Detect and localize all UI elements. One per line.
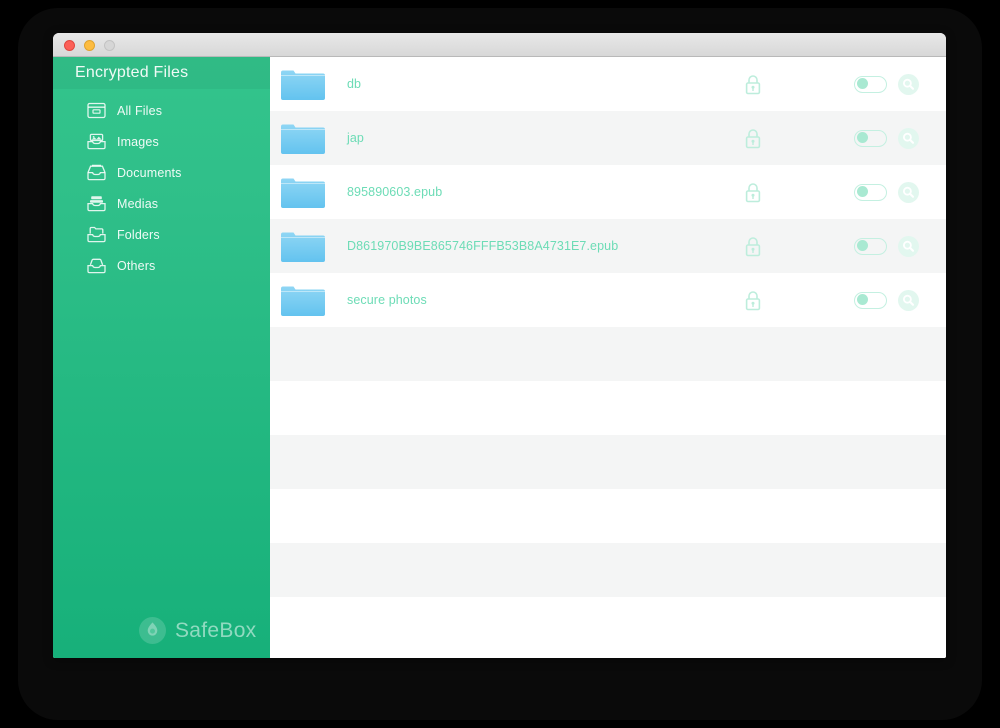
empty-row [270, 381, 946, 435]
window-titlebar [53, 33, 946, 57]
sidebar-item-others[interactable]: Others [53, 250, 270, 281]
minimize-button[interactable] [84, 40, 95, 51]
sidebar-item-label: Others [117, 258, 156, 273]
tray-medias-icon [87, 195, 106, 212]
sidebar-item-label: Medias [117, 196, 159, 211]
blue-folder-icon [279, 119, 327, 157]
empty-row [270, 435, 946, 489]
sidebar-item-label: All Files [117, 103, 163, 118]
empty-row [270, 489, 946, 543]
search-icon[interactable] [898, 127, 919, 149]
blue-folder-icon [279, 281, 327, 319]
sidebar-item-folders[interactable]: Folders [53, 219, 270, 250]
empty-row [270, 543, 946, 597]
search-icon[interactable] [898, 73, 919, 95]
search-icon[interactable] [898, 181, 919, 203]
table-row[interactable]: db [270, 57, 946, 111]
sidebar-item-images[interactable]: Images [53, 126, 270, 157]
sidebar-item-label: Documents [117, 165, 182, 180]
tray-images-icon [87, 133, 106, 150]
sidebar-item-label: Images [117, 134, 159, 149]
blue-folder-icon [279, 227, 327, 265]
tray-all-files-icon [87, 102, 106, 119]
brand-name: SafeBox [175, 618, 257, 642]
tray-others-icon [87, 257, 106, 274]
safebox-logo-icon [139, 617, 166, 644]
encryption-toggle[interactable] [854, 237, 887, 255]
brand: SafeBox [53, 617, 270, 644]
toggle-knob [856, 78, 868, 89]
blue-folder-icon [279, 173, 327, 211]
sidebar-item-medias[interactable]: Medias [53, 188, 270, 219]
toggle-knob [856, 186, 868, 197]
app-window: Encrypted Files All Files Images Documen… [53, 33, 946, 658]
table-row[interactable]: secure photos [270, 273, 946, 327]
empty-row [270, 597, 946, 651]
sidebar-header: Encrypted Files [53, 57, 270, 89]
padlock-icon [744, 74, 762, 95]
padlock-icon [744, 236, 762, 257]
table-row[interactable]: D861970B9BE865746FFFB53B8A4731E7.epub [270, 219, 946, 273]
encryption-toggle[interactable] [854, 129, 887, 147]
padlock-icon [744, 182, 762, 203]
sidebar-nav: All Files Images Documents Medias Folder… [53, 95, 270, 281]
search-icon[interactable] [898, 289, 919, 311]
sidebar-item-documents[interactable]: Documents [53, 157, 270, 188]
zoom-button[interactable] [104, 40, 115, 51]
encryption-toggle[interactable] [854, 75, 887, 93]
encryption-toggle[interactable] [854, 291, 887, 309]
toggle-knob [856, 240, 868, 251]
sidebar: Encrypted Files All Files Images Documen… [53, 57, 270, 658]
sidebar-item-all-files[interactable]: All Files [53, 95, 270, 126]
empty-row [270, 327, 946, 381]
sidebar-item-label: Folders [117, 227, 160, 242]
toggle-knob [856, 132, 868, 143]
table-row[interactable]: jap [270, 111, 946, 165]
tray-folders-icon [87, 226, 106, 243]
sidebar-title: Encrypted Files [75, 64, 189, 81]
table-row[interactable]: 895890603.epub [270, 165, 946, 219]
toggle-knob [856, 294, 868, 305]
tray-documents-icon [87, 164, 106, 181]
blue-folder-icon [279, 65, 327, 103]
search-icon[interactable] [898, 235, 919, 257]
padlock-icon [744, 128, 762, 149]
encryption-toggle[interactable] [854, 183, 887, 201]
close-button[interactable] [64, 40, 75, 51]
padlock-icon [744, 290, 762, 311]
file-list[interactable]: db jap 895890603.epub D861970B9BE865746F… [270, 57, 946, 658]
